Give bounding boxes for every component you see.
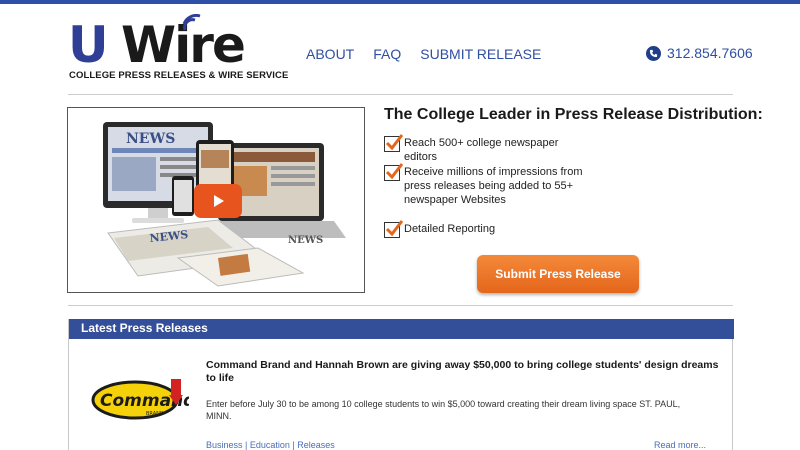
- svg-text:NEWS: NEWS: [288, 235, 323, 246]
- nav-about-link[interactable]: ABOUT: [306, 46, 354, 62]
- latest-press-releases: Latest Press Releases Command BRAND Comm…: [68, 319, 734, 450]
- submit-press-release-button[interactable]: Submit Press Release: [477, 255, 639, 293]
- checkbox-check-icon: [384, 220, 404, 238]
- svg-text:BRAND: BRAND: [146, 411, 164, 417]
- logo-u-letter: U: [68, 16, 109, 74]
- phone-number: 312.854.7606: [667, 45, 753, 61]
- section-header: Latest Press Releases: [69, 319, 734, 339]
- checkbox-check-icon: [384, 163, 404, 181]
- feature-text: Receive millions of impressions from pre…: [404, 166, 583, 206]
- feature-item: Receive millions of impressions from pre…: [384, 163, 594, 207]
- hero-title: The College Leader in Press Release Dist…: [384, 106, 763, 123]
- feature-item: Detailed Reporting: [384, 220, 594, 238]
- phone-contact[interactable]: 312.854.7606: [646, 45, 753, 61]
- play-icon: [214, 195, 224, 207]
- section-title: Latest Press Releases: [81, 321, 208, 335]
- promo-video[interactable]: NEWS NEWS NEWS: [67, 107, 365, 293]
- tag-education-link[interactable]: Education: [250, 440, 290, 450]
- play-button[interactable]: [194, 184, 242, 218]
- uwire-logo[interactable]: U Wire COLLEGE PRESS RELEASES & WIRE SER…: [68, 14, 288, 84]
- release-title-link[interactable]: Command Brand and Hannah Brown are givin…: [206, 359, 726, 385]
- divider: [68, 94, 733, 95]
- top-accent-bar: [0, 0, 800, 4]
- logo-tagline: COLLEGE PRESS RELEASES & WIRE SERVICE: [69, 70, 289, 81]
- release-tags: Business | Education | Releases: [206, 440, 335, 450]
- phone-icon: [646, 45, 661, 61]
- feature-item: Reach 500+ college newspaper editors: [384, 134, 594, 164]
- command-brand-logo[interactable]: Command BRAND: [91, 375, 196, 425]
- checkbox-check-icon: [384, 134, 404, 152]
- nav-faq-link[interactable]: FAQ: [373, 46, 401, 62]
- read-more-link[interactable]: Read more...: [654, 440, 706, 450]
- divider: [68, 305, 733, 306]
- tag-business-link[interactable]: Business: [206, 440, 243, 450]
- tag-releases-link[interactable]: Releases: [297, 440, 335, 450]
- release-description: Enter before July 30 to be among 10 coll…: [206, 399, 681, 421]
- feature-text: Detailed Reporting: [404, 223, 496, 235]
- svg-text:NEWS: NEWS: [126, 131, 175, 147]
- main-nav: ABOUT FAQ SUBMIT RELEASE: [306, 46, 560, 62]
- feature-text: Reach 500+ college newspaper editors: [404, 137, 559, 163]
- tag-separator: |: [242, 440, 250, 450]
- signal-waves-icon: [182, 14, 201, 31]
- nav-submit-release-link[interactable]: SUBMIT RELEASE: [420, 46, 541, 62]
